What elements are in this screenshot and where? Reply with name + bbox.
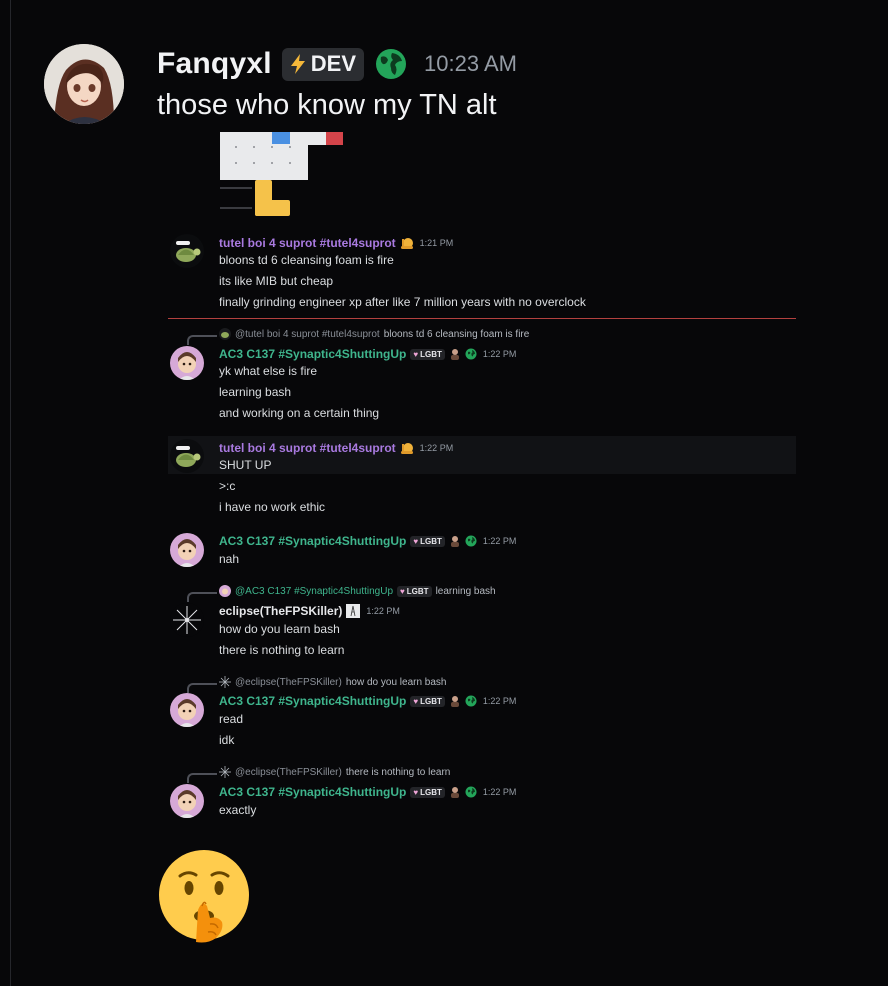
message-timestamp: 10:23 AM bbox=[424, 51, 517, 76]
crosshair-mini-icon bbox=[219, 766, 231, 778]
reply-author[interactable]: @tutel boi 4 suprot #tutel4suprot bbox=[235, 329, 380, 340]
snail-icon bbox=[400, 443, 413, 454]
message-author[interactable]: tutel boi 4 suprot #tutel4suprot 1:22 PM bbox=[219, 441, 453, 455]
lightning-icon bbox=[290, 54, 305, 74]
ac3-avatar[interactable] bbox=[170, 784, 204, 818]
profile-mini-icon bbox=[450, 696, 459, 707]
author-name[interactable]: tutel boi 4 suprot #tutel4suprot bbox=[219, 441, 396, 455]
message-time: 1:22 PM bbox=[482, 696, 517, 706]
new-messages-divider bbox=[168, 318, 796, 319]
message-line: idk bbox=[219, 733, 235, 747]
message-line: yk what else is fire bbox=[219, 364, 318, 378]
message-line: and working on a certain thing bbox=[219, 406, 380, 420]
reply-preview[interactable]: @eclipse(TheFPSKiller) how do you learn … bbox=[219, 676, 446, 688]
reply-text: there is nothing to learn bbox=[345, 766, 451, 778]
message-line: its like MIB but cheap bbox=[219, 274, 334, 288]
reply-spine bbox=[187, 335, 217, 345]
message-line: how do you learn bash bbox=[219, 622, 340, 636]
ac3-avatar[interactable] bbox=[170, 533, 204, 567]
reply-preview[interactable]: @AC3 C137 #Synaptic4ShuttingUp ♥ LGBT lea… bbox=[219, 585, 496, 597]
message-time: 1:22 PM bbox=[419, 443, 454, 453]
reply-text: bloons td 6 cleansing foam is fire bbox=[383, 328, 530, 340]
author-name[interactable]: AC3 C137 #Synaptic4ShuttingUp bbox=[219, 785, 406, 799]
author-name[interactable]: eclipse(TheFPSKiller) bbox=[219, 604, 342, 618]
ac3-avatar[interactable] bbox=[170, 346, 204, 380]
message-line: learning bash bbox=[219, 385, 292, 399]
reply-preview[interactable]: @eclipse(TheFPSKiller) there is nothing … bbox=[219, 766, 450, 778]
message-line: read bbox=[219, 712, 244, 726]
message-author[interactable]: AC3 C137 #Synaptic4ShuttingUp ♥ LGBT 1:22… bbox=[219, 534, 516, 548]
message-author[interactable]: AC3 C137 #Synaptic4ShuttingUp ♥ LGBT 1:22… bbox=[219, 347, 516, 361]
message-line: >:c bbox=[219, 479, 236, 493]
author-avatar[interactable] bbox=[44, 44, 124, 124]
lgbt-tag[interactable]: ♥ LGBT bbox=[410, 786, 445, 798]
tag-label: LGBT bbox=[420, 696, 442, 706]
author-name[interactable]: tutel boi 4 suprot #tutel4suprot bbox=[219, 236, 396, 250]
message-line: there is nothing to learn bbox=[219, 643, 345, 657]
ac3-avatar[interactable] bbox=[170, 693, 204, 727]
reply-spine bbox=[187, 683, 217, 693]
message-line: exactly bbox=[219, 803, 257, 817]
message-time: 1:22 PM bbox=[482, 536, 517, 546]
message-time: 1:22 PM bbox=[366, 606, 400, 616]
profile-mini-icon bbox=[450, 349, 459, 360]
author-username[interactable]: Fanqyxl bbox=[157, 47, 272, 81]
tag-label: LGBT bbox=[420, 536, 442, 546]
message-time: 1:21 PM bbox=[419, 238, 454, 248]
message-line: nah bbox=[219, 552, 240, 566]
tag-label: LGBT bbox=[420, 787, 442, 797]
message-author[interactable]: eclipse(TheFPSKiller) 1:22 PM bbox=[219, 604, 400, 618]
tutel-avatar[interactable] bbox=[170, 234, 204, 268]
tag-label: LGBT bbox=[420, 349, 442, 359]
reply-author[interactable]: @AC3 C137 #Synaptic4ShuttingUp bbox=[235, 586, 393, 597]
author-name[interactable]: AC3 C137 #Synaptic4ShuttingUp bbox=[219, 534, 406, 548]
shushing-face-emoji[interactable] bbox=[158, 848, 252, 944]
reply-text: how do you learn bash bbox=[345, 676, 447, 688]
grid-art-image bbox=[220, 132, 343, 216]
profile-mini-icon bbox=[450, 787, 459, 798]
crosshair-mini-icon bbox=[219, 676, 231, 688]
lgbt-tag[interactable]: ♥ LGBT bbox=[410, 348, 445, 360]
tag-label: LGBT bbox=[406, 586, 429, 596]
message-content: those who know my TN alt bbox=[157, 89, 497, 121]
globe-icon bbox=[465, 348, 477, 360]
profile-mini-icon bbox=[450, 536, 459, 547]
globe-icon bbox=[465, 535, 477, 547]
message-header: Fanqyxl DEV 10:23 AM bbox=[157, 44, 517, 84]
tutel-avatar[interactable] bbox=[170, 439, 204, 473]
author-name[interactable]: AC3 C137 #Synaptic4ShuttingUp bbox=[219, 347, 406, 361]
message-line: i have no work ethic bbox=[219, 500, 326, 514]
globe-icon bbox=[465, 695, 477, 707]
reply-preview[interactable]: @tutel boi 4 suprot #tutel4suprot bloons… bbox=[219, 328, 529, 340]
message-author[interactable]: AC3 C137 #Synaptic4ShuttingUp ♥ LGBT 1:22… bbox=[219, 694, 516, 708]
dev-tag[interactable]: DEV bbox=[281, 47, 365, 81]
author-name[interactable]: AC3 C137 #Synaptic4ShuttingUp bbox=[219, 694, 406, 708]
reply-spine bbox=[187, 773, 217, 783]
message-author[interactable]: tutel boi 4 suprot #tutel4suprot 1:21 PM bbox=[219, 236, 453, 250]
snail-icon bbox=[400, 238, 413, 249]
eclipse-avatar[interactable] bbox=[170, 603, 204, 637]
lgbt-tag: ♥ LGBT bbox=[397, 585, 432, 597]
lgbt-tag[interactable]: ♥ LGBT bbox=[410, 535, 445, 547]
message-line: bloons td 6 cleansing foam is fire bbox=[219, 253, 394, 267]
dev-tag-label: DEV bbox=[310, 51, 357, 76]
message-line: finally grinding engineer xp after like … bbox=[219, 295, 586, 309]
turtle-mini-icon bbox=[219, 328, 231, 340]
message-time: 1:22 PM bbox=[482, 787, 517, 797]
reply-text: learning bash bbox=[435, 585, 496, 597]
channel-divider-line bbox=[10, 0, 11, 986]
globe-icon bbox=[465, 786, 477, 798]
reply-spine bbox=[187, 592, 217, 602]
message-line: SHUT UP bbox=[219, 458, 272, 472]
tower-icon bbox=[346, 604, 361, 618]
reply-author[interactable]: @eclipse(TheFPSKiller) bbox=[235, 767, 342, 778]
message-author[interactable]: AC3 C137 #Synaptic4ShuttingUp ♥ LGBT 1:22… bbox=[219, 785, 516, 799]
reply-author[interactable]: @eclipse(TheFPSKiller) bbox=[235, 677, 342, 688]
ac3-mini-avatar bbox=[219, 585, 231, 597]
globe-icon[interactable] bbox=[374, 47, 408, 81]
lgbt-tag[interactable]: ♥ LGBT bbox=[410, 695, 445, 707]
message-time: 1:22 PM bbox=[482, 349, 517, 359]
